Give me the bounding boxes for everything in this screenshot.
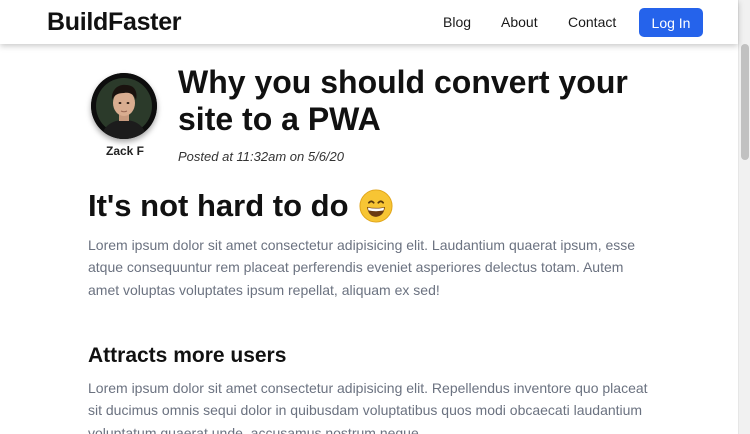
login-button[interactable]: Log In xyxy=(639,8,703,37)
brand-logo-link[interactable]: BuildFaster xyxy=(47,8,182,37)
grinning-face-icon xyxy=(358,189,393,223)
scrollbar-thumb[interactable] xyxy=(741,44,749,160)
post-timestamp: Posted at 11:32am on 5/6/20 xyxy=(178,149,344,164)
nav-link-blog[interactable]: Blog xyxy=(443,14,471,30)
section-heading-2: Attracts more users xyxy=(88,344,287,367)
section-body-2: Lorem ipsum dolor sit amet consectetur a… xyxy=(88,380,648,434)
nav-link-about[interactable]: About xyxy=(501,14,538,30)
post-title: Why you should convert your site to a PW… xyxy=(178,64,628,137)
section-heading-1: It's not hard to do xyxy=(88,187,393,225)
section-body-1: Lorem ipsum dolor sit amet consectetur a… xyxy=(88,237,636,298)
nav-link-contact[interactable]: Contact xyxy=(568,14,616,30)
author-avatar xyxy=(91,73,157,139)
page-scrollbar[interactable] xyxy=(738,0,750,434)
page: BuildFaster Blog About Contact Log In Za… xyxy=(0,0,750,434)
top-navbar: BuildFaster Blog About Contact Log In xyxy=(0,0,738,44)
section-heading-1-text: It's not hard to do xyxy=(88,188,349,223)
author-name: Zack F xyxy=(105,144,144,158)
